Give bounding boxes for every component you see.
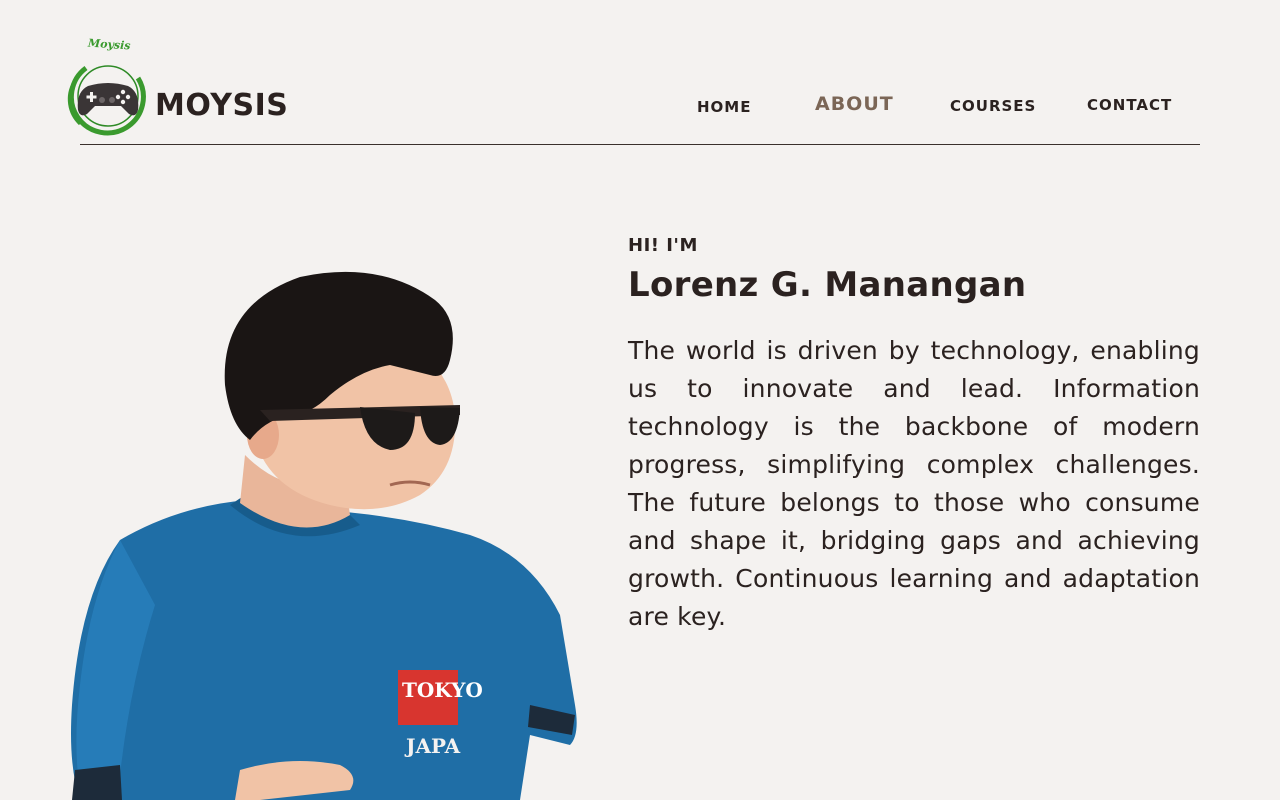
logo-script-text: Moysis: [87, 36, 131, 53]
intro-name: Lorenz G. Manangan: [628, 265, 1027, 305]
header-divider: [80, 144, 1200, 145]
shirt-print-tokyo: TOKYO: [402, 678, 483, 702]
nav-link-home[interactable]: HOME: [697, 98, 751, 116]
shirt-print-japan: JAPA: [404, 734, 461, 758]
nav-link-contact[interactable]: CONTACT: [1087, 96, 1172, 114]
nav-link-about[interactable]: ABOUT: [815, 93, 894, 115]
intro-bio: The world is driven by technology, enabl…: [628, 336, 1200, 631]
profile-photo: TOKYO JAPA: [71, 271, 577, 800]
gamepad-icon: [67, 65, 146, 136]
nav-link-courses[interactable]: COURSES: [950, 97, 1036, 115]
about-page: Moysis MOYSIS HOME ABOUT COURSES CONTACT: [0, 0, 1280, 800]
intro-greeting: HI! I'M: [628, 235, 698, 256]
brand-logo[interactable]: Moysis MOYSIS: [66, 36, 296, 138]
brand-wordmark: MOYSIS: [155, 88, 289, 123]
